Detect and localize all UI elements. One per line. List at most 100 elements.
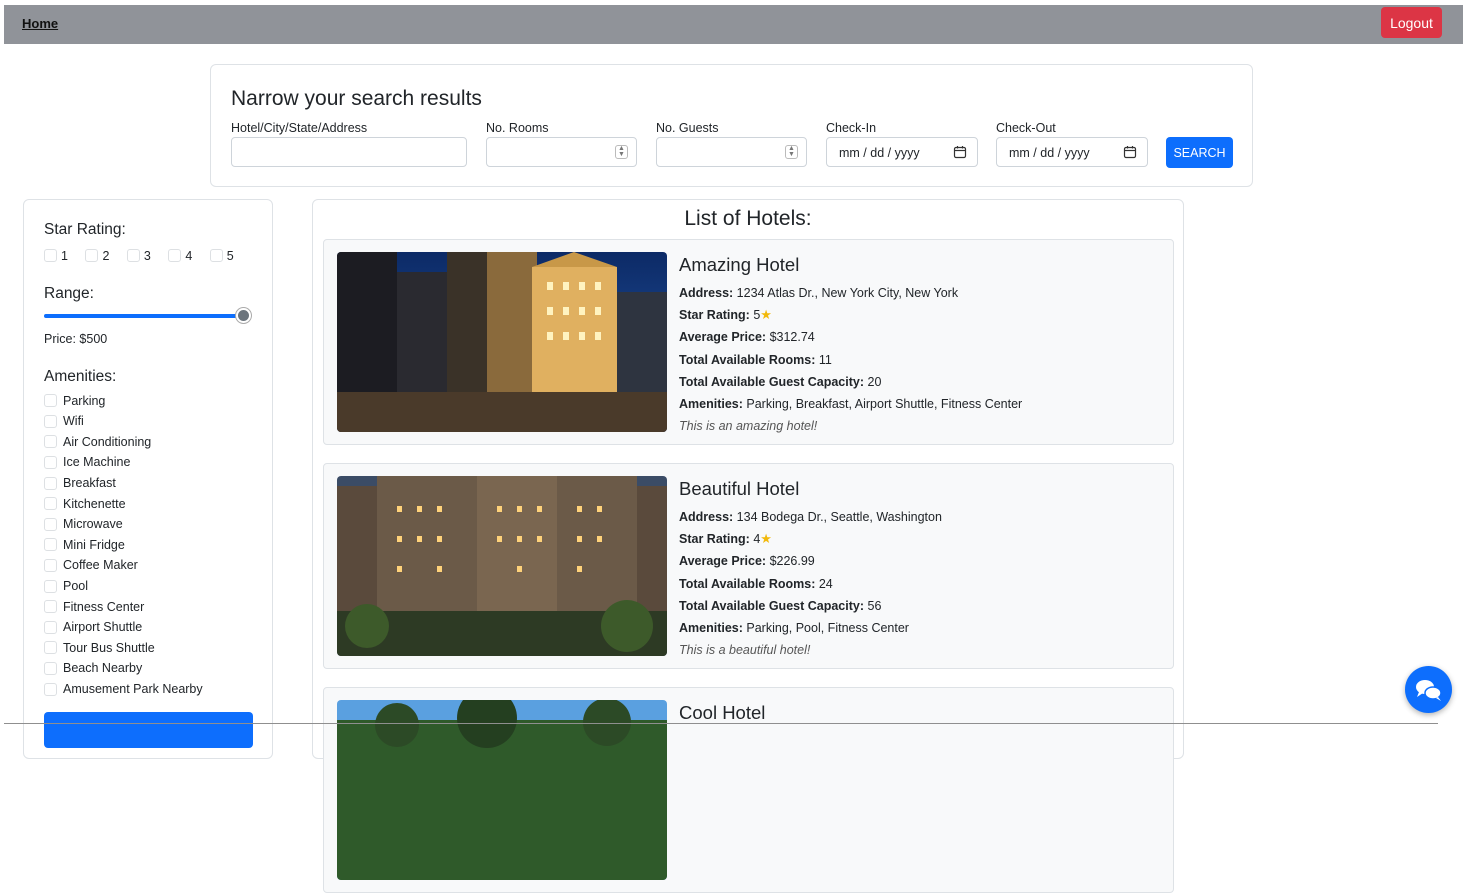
checkbox[interactable] <box>44 414 57 428</box>
hotel-average-price: Average Price: $312.74 <box>679 330 815 345</box>
amenity-filter-list: Parking Wifi Air Conditioning Ice Machin… <box>44 393 203 702</box>
hotel-available-rooms: Total Available Rooms: 11 <box>679 352 832 367</box>
apply-filters-button[interactable] <box>44 712 253 748</box>
guests-spinner-icon[interactable]: ▲ ▼ <box>785 145 798 159</box>
hotel-address: Address: 1234 Atlas Dr., New York City, … <box>679 286 959 300</box>
hotel-name[interactable]: Amazing Hotel <box>679 254 1159 276</box>
page-divider <box>4 723 1438 724</box>
hotel-guest-capacity: Total Available Guest Capacity: 20 <box>679 374 882 389</box>
amenity-filter[interactable]: Ice Machine <box>44 455 203 476</box>
checkbox[interactable] <box>44 517 57 531</box>
logout-button[interactable]: Logout <box>1381 7 1442 38</box>
checkbox[interactable] <box>168 249 182 263</box>
amenity-filter[interactable]: Airport Shuttle <box>44 620 203 641</box>
hotel-available-rooms: Total Available Rooms: 24 <box>679 576 833 591</box>
calendar-icon[interactable] <box>953 145 967 159</box>
amenities-heading: Amenities: <box>44 368 117 385</box>
top-navbar: Home Logout <box>4 5 1463 44</box>
amenity-filter[interactable]: Fitness Center <box>44 599 203 620</box>
guests-input[interactable]: ▲ ▼ <box>656 137 807 167</box>
checkbox[interactable] <box>44 435 57 449</box>
amenity-filter[interactable]: Wifi <box>44 414 203 435</box>
checkbox[interactable] <box>44 394 57 408</box>
star-filter-1[interactable]: 1 <box>44 248 68 263</box>
checkbox[interactable] <box>85 249 99 263</box>
star-filter-2[interactable]: 2 <box>85 248 109 263</box>
guests-label: No. Guests <box>656 121 719 135</box>
price-range-track[interactable] <box>44 314 244 318</box>
checkbox[interactable] <box>44 497 57 511</box>
search-title: Narrow your search results <box>231 87 482 110</box>
hotel-card[interactable]: Cool Hotel <box>323 687 1174 893</box>
hotel-name[interactable]: Beautiful Hotel <box>679 478 1159 500</box>
amenity-filter[interactable]: Air Conditioning <box>44 434 203 455</box>
range-heading: Range: <box>44 285 94 302</box>
calendar-icon[interactable] <box>1123 145 1137 159</box>
star-filter-3[interactable]: 3 <box>126 248 151 263</box>
checkbox[interactable] <box>44 476 57 490</box>
search-panel: Narrow your search results Hotel/City/St… <box>210 64 1253 187</box>
hotel-star-rating: Star Rating: 5★ <box>679 307 772 323</box>
hotel-description: This is a beautiful hotel! <box>679 643 811 658</box>
hotel-info: Cool Hotel <box>679 702 1159 730</box>
location-label: Hotel/City/State/Address <box>231 121 368 135</box>
hotel-guest-capacity: Total Available Guest Capacity: 56 <box>679 598 882 613</box>
chat-button[interactable] <box>1405 666 1452 713</box>
rooms-label: No. Rooms <box>486 121 549 135</box>
location-input[interactable] <box>231 137 467 167</box>
filter-sidebar: Star Rating: 1 2 3 4 5 Range: Price: $50… <box>23 199 273 759</box>
checkbox[interactable] <box>44 600 57 614</box>
star-icon: ★ <box>760 307 772 323</box>
hotel-card[interactable]: Amazing Hotel Address: 1234 Atlas Dr., N… <box>323 239 1174 445</box>
hotel-description: This is an amazing hotel! <box>679 419 818 434</box>
checkbox[interactable] <box>44 579 57 593</box>
hotel-star-rating: Star Rating: 4★ <box>679 531 772 547</box>
hotel-info: Beautiful Hotel Address: 134 Bodega Dr.,… <box>679 478 1159 661</box>
hotel-average-price: Average Price: $226.99 <box>679 554 815 569</box>
home-link[interactable]: Home <box>22 16 58 31</box>
amenity-filter[interactable]: Beach Nearby <box>44 661 203 682</box>
price-value: Price: $500 <box>44 332 108 346</box>
checkbox[interactable] <box>44 641 57 655</box>
checkbox[interactable] <box>44 249 57 263</box>
checkbox[interactable] <box>44 661 57 675</box>
price-range-thumb[interactable] <box>236 308 251 323</box>
amenity-filter[interactable]: Amusement Park Nearby <box>44 681 203 702</box>
rooms-input[interactable]: ▲ ▼ <box>486 137 637 167</box>
star-rating-heading: Star Rating: <box>44 221 126 238</box>
amenity-filter[interactable]: Breakfast <box>44 475 203 496</box>
star-icon: ★ <box>760 531 772 547</box>
checkout-input[interactable]: mm / dd / yyyy <box>996 137 1148 167</box>
checkbox[interactable] <box>44 558 57 572</box>
amenity-filter[interactable]: Microwave <box>44 517 203 538</box>
checkbox[interactable] <box>44 455 57 469</box>
checkout-placeholder: mm / dd / yyyy <box>1009 146 1090 160</box>
checkin-placeholder: mm / dd / yyyy <box>839 146 920 160</box>
checkbox[interactable] <box>209 249 223 263</box>
checkbox[interactable] <box>44 620 57 634</box>
hotel-amenities: Amenities: Parking, Breakfast, Airport S… <box>679 397 1023 412</box>
hotel-card[interactable]: Beautiful Hotel Address: 134 Bodega Dr.,… <box>323 463 1174 669</box>
hotel-photo <box>337 700 667 880</box>
checkbox[interactable] <box>44 538 57 552</box>
checkin-label: Check-In <box>826 121 877 135</box>
amenity-filter[interactable]: Coffee Maker <box>44 558 203 579</box>
checkbox[interactable] <box>126 249 140 263</box>
amenity-filter[interactable]: Tour Bus Shuttle <box>44 640 203 661</box>
hotel-info: Amazing Hotel Address: 1234 Atlas Dr., N… <box>679 254 1159 437</box>
checkin-input[interactable]: mm / dd / yyyy <box>826 137 978 167</box>
checkbox[interactable] <box>44 682 57 696</box>
hotel-list-title: List of Hotels: <box>684 207 812 230</box>
star-filter-5[interactable]: 5 <box>209 248 234 263</box>
search-button[interactable]: SEARCH <box>1166 137 1233 168</box>
hotel-amenities: Amenities: Parking, Pool, Fitness Center <box>679 621 909 636</box>
amenity-filter[interactable]: Kitchenette <box>44 496 203 517</box>
amenity-filter[interactable]: Pool <box>44 578 203 599</box>
hotel-name[interactable]: Cool Hotel <box>679 702 1159 724</box>
star-filter-4[interactable]: 4 <box>168 248 192 263</box>
rooms-spinner-icon[interactable]: ▲ ▼ <box>615 145 628 159</box>
hotel-address: Address: 134 Bodega Dr., Seattle, Washin… <box>679 510 942 524</box>
checkout-label: Check-Out <box>996 121 1056 135</box>
amenity-filter[interactable]: Parking <box>44 393 203 414</box>
amenity-filter[interactable]: Mini Fridge <box>44 537 203 558</box>
